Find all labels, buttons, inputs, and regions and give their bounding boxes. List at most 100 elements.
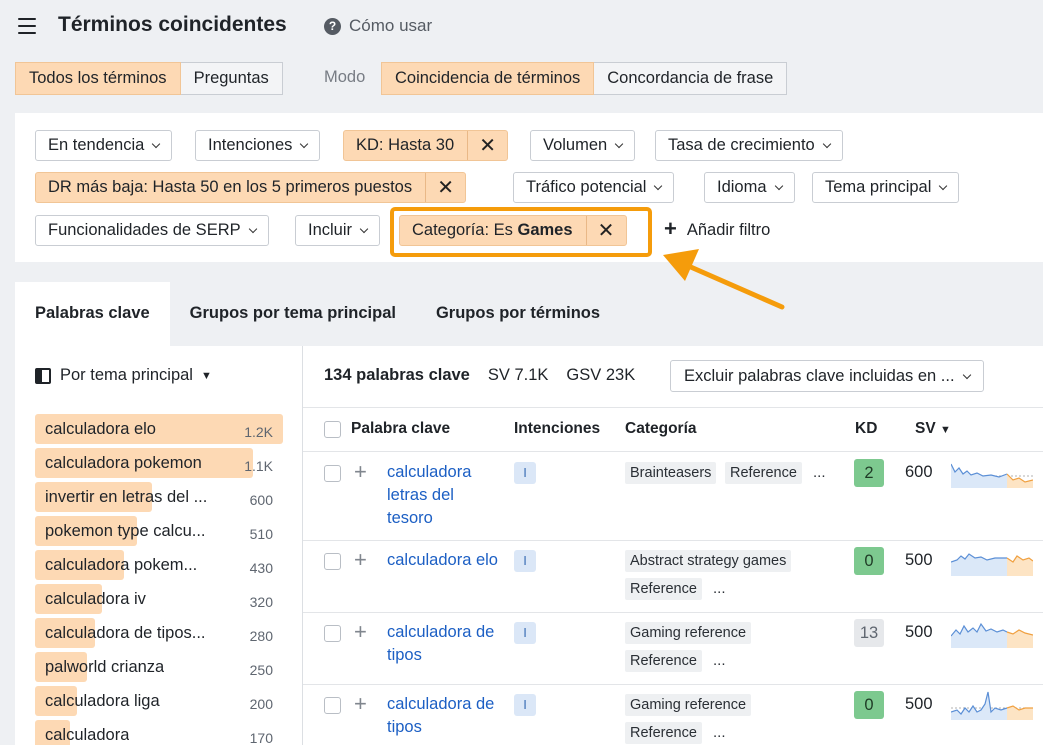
- kd-badge: 0: [854, 547, 884, 575]
- group-label: invertir en letras del ...: [45, 488, 208, 506]
- add-to-list-icon[interactable]: +: [354, 621, 367, 643]
- group-item[interactable]: calculadora 170: [35, 720, 283, 745]
- filter-serp[interactable]: Funcionalidades de SERP: [35, 215, 269, 246]
- question-icon: ?: [324, 17, 341, 35]
- group-count: 600: [249, 492, 273, 508]
- mode-label: Modo: [324, 68, 366, 86]
- tab-term-match[interactable]: Coincidencia de términos: [381, 62, 595, 95]
- col-intents[interactable]: Intenciones: [514, 420, 600, 438]
- chevron-down-icon: [152, 139, 161, 148]
- group-count: 510: [249, 526, 273, 542]
- select-all-checkbox[interactable]: [324, 421, 341, 438]
- chevron-down-icon: [300, 139, 309, 148]
- tab-keywords[interactable]: Palabras clave: [15, 282, 170, 346]
- intent-badge: I: [514, 462, 536, 484]
- row-checkbox[interactable]: [324, 553, 341, 570]
- group-item[interactable]: invertir en letras del ... 600: [35, 482, 283, 512]
- keyword-link[interactable]: calculadora de tipos: [387, 693, 499, 739]
- row-checkbox[interactable]: [324, 465, 341, 482]
- help-link[interactable]: ? Cómo usar: [324, 16, 432, 36]
- row-divider: [303, 540, 1043, 541]
- filter-traffic[interactable]: Tráfico potencial: [513, 172, 675, 203]
- category-tag: Abstract strategy games: [625, 550, 792, 572]
- add-filter-button[interactable]: + Añadir filtro: [664, 216, 770, 242]
- category-tag: Reference: [625, 650, 702, 672]
- filter-volume[interactable]: Volumen: [530, 130, 636, 161]
- tab-term-groups[interactable]: Grupos por términos: [416, 282, 620, 346]
- arrow-annotation: [663, 249, 785, 310]
- group-count: 170: [249, 730, 273, 745]
- group-label: pokemon type calcu...: [45, 522, 206, 540]
- filter-intents[interactable]: Intenciones: [195, 130, 321, 161]
- keyword-link[interactable]: calculadora elo: [387, 549, 499, 572]
- col-category[interactable]: Categoría: [625, 420, 697, 438]
- row-divider: [303, 684, 1043, 685]
- divider: [303, 407, 1043, 408]
- kd-badge: 13: [854, 619, 884, 647]
- col-sv[interactable]: SV ▼: [915, 420, 951, 438]
- tab-phrase-match[interactable]: Concordancia de frase: [594, 62, 788, 95]
- divider: [303, 451, 1043, 452]
- gsv-total: GSV 23K: [566, 366, 636, 384]
- summary-stats: 134 palabras clave SV 7.1K GSV 23K: [324, 366, 653, 385]
- group-item[interactable]: palworld crianza 250: [35, 652, 283, 682]
- close-icon[interactable]: ✕: [425, 173, 465, 202]
- exclude-dropdown[interactable]: Excluir palabras clave incluidas en ...: [670, 360, 984, 392]
- group-count: 280: [249, 628, 273, 644]
- group-label: calculadora pokem...: [45, 556, 198, 574]
- row-divider: [303, 612, 1043, 613]
- page-title: Términos coincidentes: [58, 13, 287, 36]
- group-item[interactable]: calculadora pokem... 430: [35, 550, 283, 580]
- divider: [302, 346, 303, 745]
- filter-kd[interactable]: KD: Hasta 30 ✕: [343, 130, 509, 161]
- tab-all-terms[interactable]: Todos los términos: [15, 62, 181, 95]
- group-label: calculadora pokemon: [45, 454, 202, 472]
- filter-include[interactable]: Incluir: [295, 215, 381, 246]
- col-kd[interactable]: KD: [855, 420, 877, 438]
- sv-total: SV 7.1K: [487, 366, 549, 384]
- result-tabs: Palabras clave Grupos por tema principal…: [15, 282, 620, 346]
- filter-dr[interactable]: DR más baja: Hasta 50 en los 5 primeros …: [35, 172, 467, 203]
- search-volume: 500: [905, 695, 933, 713]
- more-categories[interactable]: ...: [713, 580, 726, 597]
- group-item[interactable]: calculadora de tipos... 280: [35, 618, 283, 648]
- chevron-down-icon: [774, 181, 783, 190]
- group-item[interactable]: calculadora pokemon 1.1K: [35, 448, 283, 478]
- filter-trend[interactable]: En tendencia: [35, 130, 173, 161]
- filter-language[interactable]: Idioma: [704, 172, 795, 203]
- chevron-down-icon: [939, 181, 948, 190]
- add-to-list-icon[interactable]: +: [354, 693, 367, 715]
- book-icon: [35, 367, 51, 384]
- filter-growth[interactable]: Tasa de crecimiento: [655, 130, 843, 161]
- group-label: calculadora de tipos...: [45, 624, 206, 642]
- row-checkbox[interactable]: [324, 625, 341, 642]
- close-icon[interactable]: ✕: [467, 131, 507, 160]
- keyword-link[interactable]: calculadora letras del tesoro: [387, 461, 499, 530]
- kd-badge: 2: [854, 459, 884, 487]
- group-item[interactable]: calculadora iv 320: [35, 584, 283, 614]
- more-categories[interactable]: ...: [713, 724, 726, 741]
- row-checkbox[interactable]: [324, 697, 341, 714]
- trend-sparkline: [951, 622, 1033, 648]
- category-tag: Reference: [625, 578, 702, 600]
- intent-badge: I: [514, 622, 536, 644]
- search-volume: 600: [905, 463, 933, 481]
- group-item[interactable]: calculadora elo 1.2K: [35, 414, 283, 444]
- add-to-list-icon[interactable]: +: [354, 549, 367, 571]
- group-item[interactable]: calculadora liga 200: [35, 686, 283, 716]
- tab-parent-topic-groups[interactable]: Grupos por tema principal: [170, 282, 416, 346]
- add-to-list-icon[interactable]: +: [354, 461, 367, 483]
- menu-icon[interactable]: [18, 18, 36, 34]
- chevron-down-icon: [614, 139, 624, 148]
- category-tag: Reference: [625, 722, 702, 744]
- tab-questions[interactable]: Preguntas: [180, 62, 283, 95]
- more-categories[interactable]: ...: [713, 652, 726, 669]
- chevron-down-icon: [248, 224, 257, 233]
- group-count: 1.1K: [244, 458, 273, 474]
- col-keyword[interactable]: Palabra clave: [351, 420, 450, 438]
- filter-topic[interactable]: Tema principal: [812, 172, 960, 203]
- more-categories[interactable]: ...: [813, 464, 826, 481]
- group-item[interactable]: pokemon type calcu... 510: [35, 516, 283, 546]
- keyword-link[interactable]: calculadora de tipos: [387, 621, 499, 667]
- group-by-dropdown[interactable]: Por tema principal ▼: [35, 366, 212, 385]
